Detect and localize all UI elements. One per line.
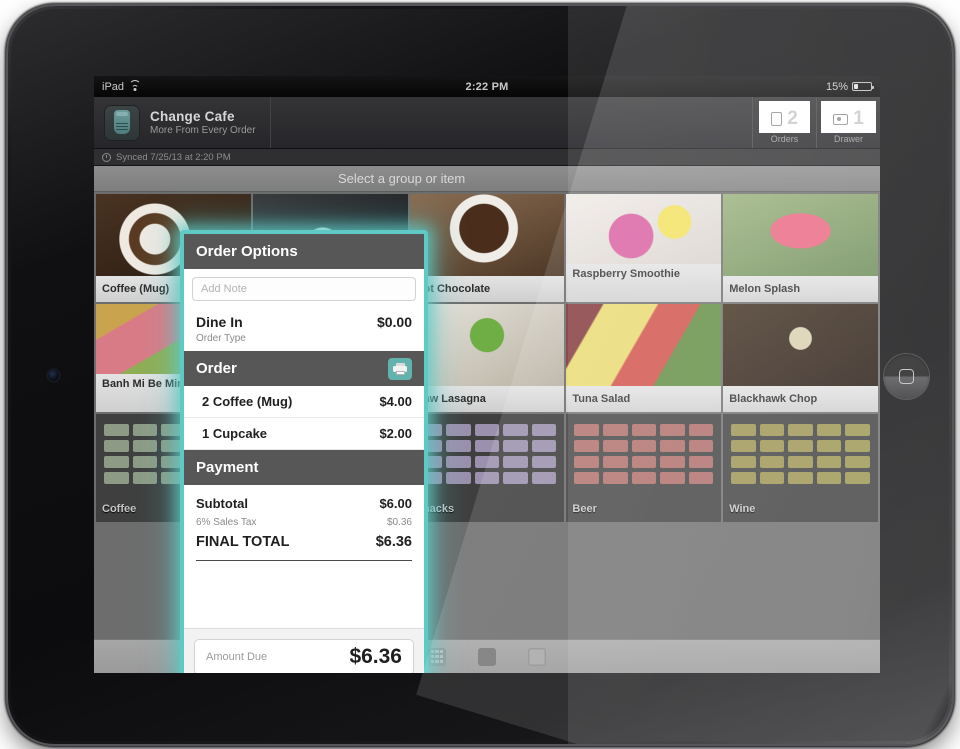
home-button[interactable] [883, 353, 930, 400]
item-tile[interactable]: Raspberry Smoothie [566, 194, 722, 302]
group-swatch-grid [731, 424, 870, 484]
final-total-label: FINAL TOTAL [196, 534, 290, 550]
tuna-salad-photo [566, 304, 722, 386]
item-tile[interactable]: Blackhawk Chop [723, 304, 878, 412]
raw-lasagna-photo [409, 304, 565, 386]
order-line-items: 2 Coffee (Mug) $4.00 1 Cupcake $2.00 [184, 386, 424, 450]
sync-status-strip: Synced 7/25/13 at 2:20 PM [94, 149, 880, 166]
order-line-item[interactable]: 2 Coffee (Mug) $4.00 [184, 386, 424, 418]
totals-row-final: FINAL TOTAL $6.36 [196, 531, 412, 553]
payment-section-title: Payment [196, 459, 259, 476]
battery-icon [852, 82, 874, 91]
final-total-value: $6.36 [375, 534, 412, 550]
selection-prompt-text: Select a group or item [338, 171, 466, 186]
printer-icon [393, 362, 407, 375]
raspberry-smoothie-photo [566, 194, 722, 264]
tile-label: Melon Splash [723, 276, 878, 302]
amount-due-value: $6.36 [349, 645, 402, 668]
status-clock: 2:22 PM [465, 80, 509, 93]
order-options-header: Order Options [184, 234, 424, 269]
totals-row-tax: 6% Sales Tax $0.36 [196, 514, 412, 531]
line-item-price: $2.00 [379, 426, 412, 441]
item-tile[interactable]: Tuna Salad [566, 304, 722, 412]
battery-percent: 15% [825, 80, 848, 93]
home-square-icon [898, 368, 914, 384]
drawer-stat-button[interactable]: 1 Drawer [816, 97, 880, 148]
note-field-wrapper [184, 269, 424, 307]
drawer-count: 1 [853, 108, 864, 129]
panel-spacer [184, 561, 424, 628]
payment-action-area: Amount Due $6.36 Clear Payment [184, 628, 424, 673]
group-tile[interactable]: Wine [723, 414, 878, 522]
grid-view-icon[interactable] [428, 647, 446, 666]
orders-stat-button[interactable]: 2 Orders [752, 97, 816, 148]
app-header: Change Cafe More From Every Order 2 Orde… [94, 97, 880, 149]
payment-section-header: Payment [184, 450, 424, 485]
order-type-name: Dine In [196, 314, 243, 330]
drawer-label: Drawer [833, 134, 863, 144]
order-options-panel: Order Options Dine In $0.00 Order Type O… [180, 230, 428, 673]
tile-label: Wine [729, 502, 756, 515]
order-line-item[interactable]: 1 Cupcake $2.00 [184, 418, 424, 450]
status-right: 15% [825, 80, 874, 93]
tile-label: Blackhawk Chop [723, 386, 878, 412]
hot-chocolate-photo [409, 194, 565, 276]
cash-drawer-icon [833, 113, 849, 125]
order-totals: Subtotal $6.00 6% Sales Tax $0.36 FINAL … [184, 485, 424, 561]
print-receipt-button[interactable] [388, 357, 412, 380]
order-type-sublabel: Order Type [184, 333, 424, 351]
amount-due-label: Amount Due [206, 651, 268, 663]
header-spacer [271, 97, 752, 148]
filled-square-icon[interactable] [478, 647, 496, 666]
sync-status-text: Synced 7/25/13 at 2:20 PM [116, 151, 231, 163]
order-type-price: $0.00 [376, 314, 412, 330]
orders-icon [771, 112, 783, 126]
group-tile[interactable]: Beer [566, 414, 722, 522]
item-tile[interactable]: Melon Splash [723, 194, 878, 302]
tile-label: Hot Chocolate [409, 276, 565, 302]
sync-clock-icon [102, 152, 111, 162]
melon-splash-photo [723, 194, 878, 276]
ipad-screen: iPad 2:22 PM 15% Change Cafe More From E… [94, 76, 880, 673]
order-type-row[interactable]: Dine In $0.00 Order Type [184, 307, 424, 351]
tile-label: Beer [572, 502, 597, 515]
brand-block[interactable]: Change Cafe More From Every Order [94, 97, 271, 148]
totals-row-subtotal: Subtotal $6.00 [196, 493, 412, 514]
item-tile[interactable]: Hot Chocolate [409, 194, 565, 302]
ios-status-bar: iPad 2:22 PM 15% [94, 76, 880, 97]
line-item-name: 1 Cupcake [202, 426, 268, 441]
order-options-title: Order Options [196, 243, 298, 260]
tax-label: 6% Sales Tax [196, 517, 257, 528]
add-note-input[interactable] [192, 277, 416, 301]
tile-label: Tuna Salad [566, 386, 722, 412]
selection-prompt-bar: Select a group or item [94, 166, 880, 192]
business-tagline: More From Every Order [150, 125, 256, 136]
subtotal-value: $6.00 [379, 496, 412, 511]
business-name: Change Cafe [150, 109, 235, 124]
line-item-name: 2 Coffee (Mug) [202, 394, 293, 409]
order-section-title: Order [196, 360, 237, 377]
group-tile[interactable]: Snacks [409, 414, 565, 522]
group-swatch-grid [574, 424, 714, 484]
tax-value: $0.36 [386, 517, 412, 528]
tile-label: Raspberry Smoothie [566, 264, 722, 302]
group-swatch-grid [417, 424, 557, 484]
line-item-price: $4.00 [379, 394, 412, 409]
front-camera-icon [48, 370, 59, 381]
outline-square-icon[interactable] [528, 647, 546, 666]
orders-label: Orders [770, 134, 799, 144]
item-tile[interactable]: Raw Lasagna [409, 304, 565, 412]
ipad-device-frame: iPad 2:22 PM 15% Change Cafe More From E… [8, 6, 952, 744]
tile-label: Raw Lasagna [409, 386, 565, 412]
amount-due-field[interactable]: Amount Due $6.36 [194, 639, 414, 673]
subtotal-label: Subtotal [196, 496, 248, 511]
mason-jar-logo-icon [104, 104, 140, 141]
blackhawk-chop-photo [723, 304, 878, 386]
orders-count: 2 [787, 108, 798, 129]
tile-label: Snacks [415, 502, 455, 515]
order-section-header: Order [184, 351, 424, 386]
